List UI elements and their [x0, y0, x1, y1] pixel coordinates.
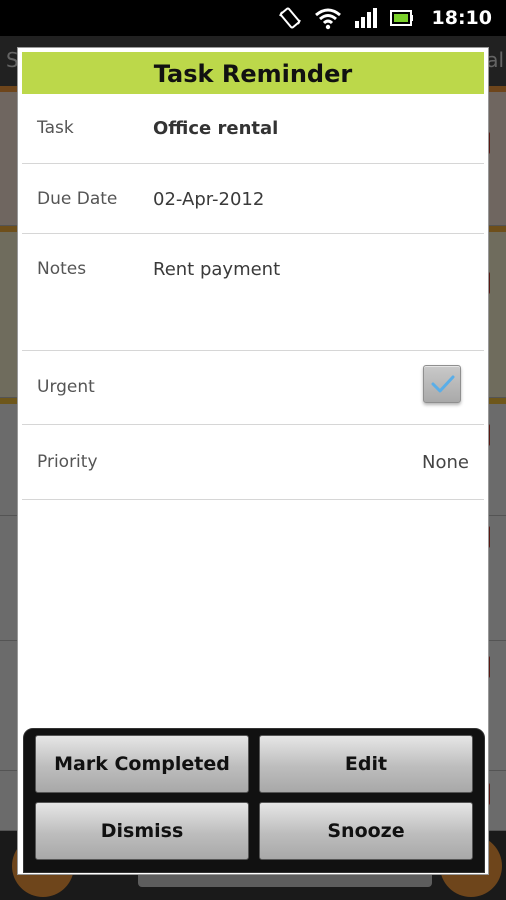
signal-icon: [354, 7, 378, 29]
task-value: Office rental: [153, 118, 279, 139]
urgent-row: Urgent: [22, 351, 484, 425]
status-icons: 18:10: [278, 0, 492, 36]
priority-value: None: [422, 452, 469, 473]
edit-button[interactable]: Edit: [259, 735, 473, 793]
urgent-checkbox[interactable]: [423, 365, 461, 403]
snooze-button[interactable]: Snooze: [259, 802, 473, 860]
mark-completed-button[interactable]: Mark Completed: [35, 735, 249, 793]
wifi-icon: [314, 6, 342, 30]
priority-label: Priority: [37, 452, 98, 472]
due-date-row: Due Date 02-Apr-2012: [22, 164, 484, 234]
status-bar: 18:10: [0, 0, 506, 36]
dialog-title: Task Reminder: [22, 52, 484, 94]
clock: 18:10: [431, 7, 492, 29]
notes-label: Notes: [37, 259, 87, 279]
due-date-value: 02-Apr-2012: [153, 189, 265, 210]
task-row: Task Office rental: [22, 94, 484, 164]
dismiss-button[interactable]: Dismiss: [35, 802, 249, 860]
urgent-label: Urgent: [37, 377, 95, 397]
checkmark-icon: [431, 375, 455, 393]
battery-icon: [389, 8, 414, 28]
notes-value: Rent payment: [153, 259, 281, 280]
priority-row[interactable]: Priority None: [22, 425, 484, 500]
notes-row: Notes Rent payment: [22, 234, 484, 351]
screen: 18:10 S al Task Reminder Task Office ren…: [0, 0, 506, 900]
action-button-panel: Mark Completed Edit Dismiss Snooze: [23, 728, 485, 873]
task-label: Task: [37, 118, 74, 138]
rotate-icon: [278, 6, 302, 30]
due-date-label: Due Date: [37, 189, 118, 209]
